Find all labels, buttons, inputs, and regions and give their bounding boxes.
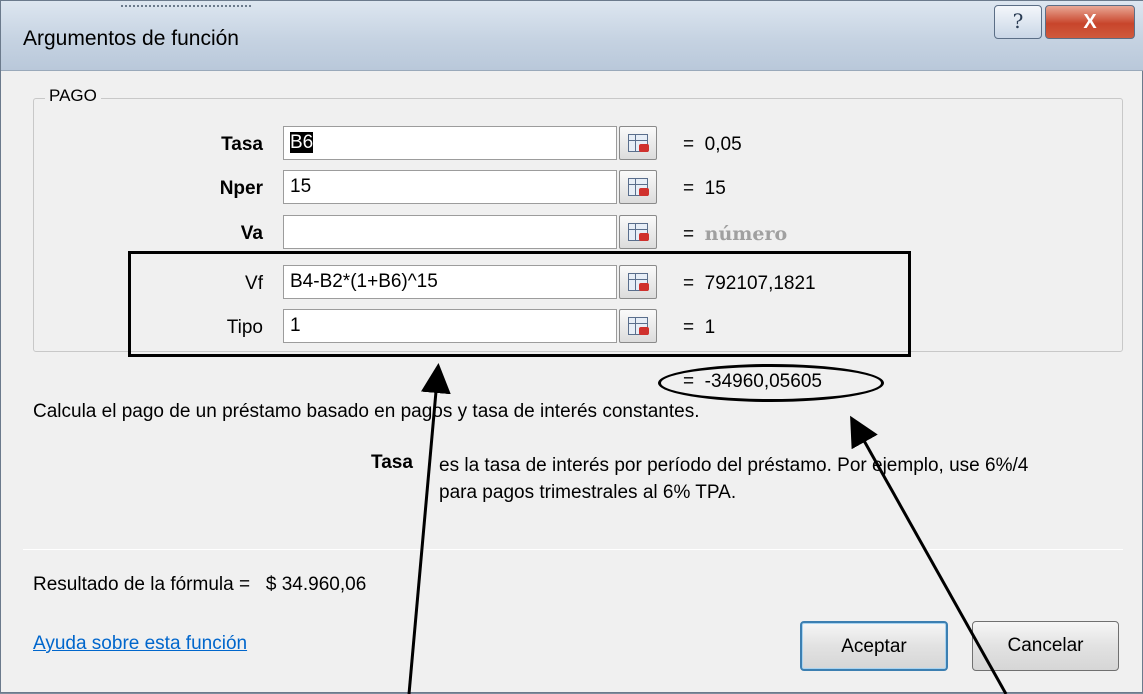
function-arguments-dialog: Argumentos de función ? X PAGO Tasa B6 =… <box>0 0 1143 694</box>
function-name: PAGO <box>45 86 101 106</box>
range-selector-icon[interactable] <box>619 126 657 160</box>
dialog-title: Argumentos de función <box>23 27 239 50</box>
annotation-ellipse <box>658 364 884 402</box>
help-button[interactable]: ? <box>994 5 1042 39</box>
function-description: Calcula el pago de un préstamo basado en… <box>33 401 700 422</box>
range-selector-icon[interactable] <box>619 215 657 249</box>
arg-input-va[interactable] <box>283 215 617 249</box>
arg-label-nper: Nper <box>219 178 263 199</box>
arg-input-nper[interactable]: 15 <box>283 170 617 204</box>
arg-result-va: = número <box>683 223 788 245</box>
background-edge <box>121 5 251 9</box>
ok-button[interactable]: Aceptar <box>800 621 948 671</box>
range-selector-icon[interactable] <box>619 170 657 204</box>
arg-input-tasa-value: B6 <box>290 132 314 153</box>
title-bar[interactable]: Argumentos de función ? X <box>1 1 1143 71</box>
arg-label-va: Va <box>240 223 263 244</box>
question-icon: ? <box>1012 9 1024 33</box>
arg-input-tasa[interactable]: B6 <box>283 126 617 160</box>
arg-result-nper: = 15 <box>683 178 726 199</box>
argument-help-text: es la tasa de interés por período del pr… <box>439 455 1029 503</box>
help-link[interactable]: Ayuda sobre esta función <box>33 633 247 655</box>
formula-result: Resultado de la fórmula = $ 34.960,06 <box>33 574 367 595</box>
arg-result-tasa: = 0,05 <box>683 134 742 155</box>
close-button[interactable]: X <box>1045 5 1135 39</box>
close-icon: X <box>1083 11 1097 33</box>
argument-help-name: Tasa <box>371 452 413 473</box>
cancel-button[interactable]: Cancelar <box>972 621 1119 671</box>
annotation-box <box>128 251 911 357</box>
arg-label-tasa: Tasa <box>221 134 263 155</box>
divider <box>23 549 1123 550</box>
